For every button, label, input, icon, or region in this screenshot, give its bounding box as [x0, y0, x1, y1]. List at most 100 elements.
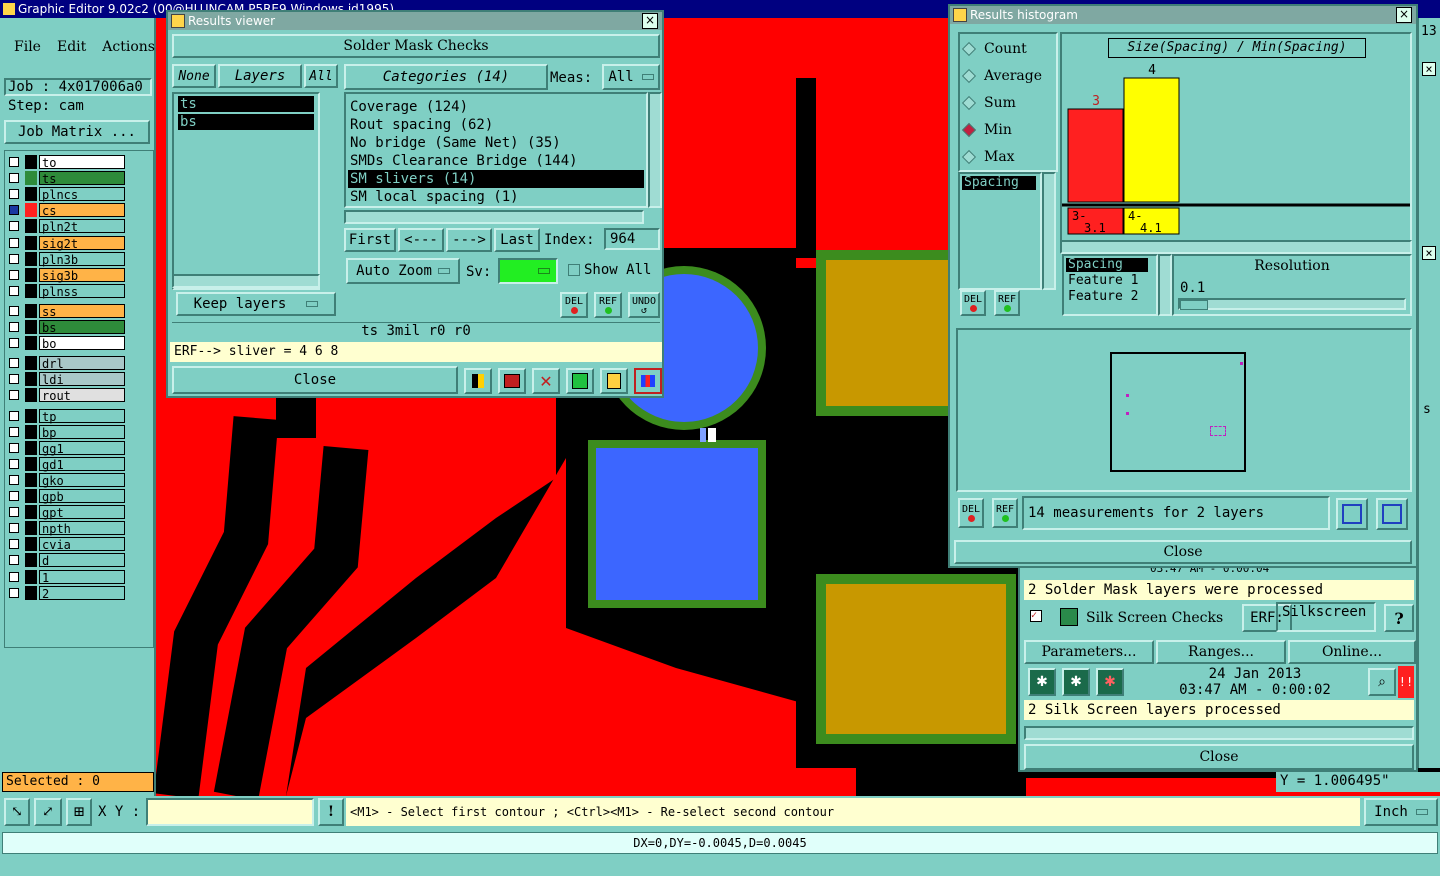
tool-button-1[interactable]: ⤡	[4, 798, 30, 826]
layer-row-cs[interactable]: cs	[9, 203, 125, 218]
layer-checkbox[interactable]	[9, 474, 19, 485]
slider-thumb[interactable]	[1180, 300, 1208, 310]
category-item[interactable]: No bridge (Same Net) (35)	[348, 134, 644, 152]
edge-close-icon[interactable]: ×	[1422, 246, 1436, 260]
layer-checkbox[interactable]	[9, 410, 19, 421]
layer-checkbox[interactable]	[9, 205, 19, 216]
layer-row-plncs[interactable]: plncs	[9, 187, 125, 202]
mode-radio-count[interactable]: Count	[961, 40, 1027, 58]
feature-listbox[interactable]: Spacing Feature 1 Feature 2	[1062, 254, 1158, 316]
tool-icon-5[interactable]	[600, 368, 628, 394]
last-button[interactable]: Last	[494, 228, 540, 252]
feature-item-spacing[interactable]: Spacing	[1066, 258, 1148, 272]
zoom-out-preview-button[interactable]	[1376, 498, 1408, 530]
measure-vscroll[interactable]	[1042, 172, 1056, 290]
run-icon-2[interactable]: ✱	[1062, 668, 1090, 696]
layer-row-d[interactable]: d	[9, 553, 125, 568]
histogram-hscroll[interactable]	[1060, 240, 1412, 254]
parameters-button[interactable]: Parameters...	[1024, 640, 1154, 664]
resolution-slider[interactable]	[1178, 298, 1406, 310]
layer-checkbox[interactable]	[9, 539, 19, 550]
close-button[interactable]: Close	[172, 366, 458, 394]
layer-checkbox[interactable]	[9, 523, 19, 534]
mode-radio-average[interactable]: Average	[961, 67, 1042, 85]
histogram-bar[interactable]	[1123, 77, 1180, 203]
histogram-bar[interactable]	[1067, 108, 1124, 203]
layer-checkbox[interactable]	[9, 269, 19, 280]
show-all-checkbox[interactable]: Show All	[568, 260, 662, 280]
menu-edit[interactable]: Edit	[57, 39, 86, 55]
hist-ref-button[interactable]: REF	[994, 290, 1020, 316]
ref-button[interactable]: REF	[594, 292, 622, 318]
online-button[interactable]: Online...	[1288, 640, 1416, 664]
layer-checkbox[interactable]	[9, 374, 19, 385]
tab-layers[interactable]: Layers	[218, 64, 302, 88]
tool-icon-4[interactable]	[566, 368, 594, 394]
checklist-close-button[interactable]: Close	[1024, 744, 1414, 770]
layer-checkbox[interactable]	[9, 253, 19, 264]
help-button[interactable]: ?	[1384, 604, 1414, 632]
layer-row-gko[interactable]: gko	[9, 472, 125, 488]
category-listbox[interactable]: Coverage (124) Rout spacing (62) No bridge…	[344, 92, 648, 208]
layer-row-tp[interactable]: tp	[9, 408, 125, 424]
category-item[interactable]: SM slivers (14)	[348, 170, 644, 188]
category-vscroll[interactable]	[648, 92, 662, 208]
category-item[interactable]: Rout spacing (62)	[348, 116, 644, 134]
alert-button[interactable]: !	[318, 798, 344, 826]
categories-button[interactable]: Categories (14)	[344, 64, 548, 90]
unit-dropdown[interactable]: Inch	[1364, 798, 1438, 826]
erf-value[interactable]: Silkscreen	[1276, 602, 1376, 632]
checks-header[interactable]: Solder Mask Checks	[172, 34, 660, 58]
checklist-hscroll[interactable]	[1024, 726, 1414, 740]
undo-button[interactable]: UNDO ↺	[628, 292, 660, 318]
layer-row-pln2t[interactable]: pln2t	[9, 219, 125, 234]
layer-row-sig2t[interactable]: sig2t	[9, 235, 125, 251]
job-matrix-button[interactable]: Job Matrix ...	[4, 120, 150, 144]
layer-checkbox[interactable]	[9, 285, 19, 296]
silk-check-checkbox[interactable]: ✓	[1030, 610, 1042, 622]
tab-all[interactable]: All	[304, 64, 338, 88]
category-item[interactable]: SMDs Clearance Bridge (144)	[348, 152, 644, 170]
preview-del-button[interactable]: DEL	[958, 498, 984, 528]
layer-checkbox[interactable]	[9, 507, 19, 518]
layer-checkbox[interactable]	[9, 157, 19, 167]
layer-row-sig3b[interactable]: sig3b	[9, 267, 125, 283]
mode-radio-min[interactable]: Min	[961, 121, 1012, 139]
xy-input[interactable]	[146, 798, 314, 826]
auto-zoom-dropdown[interactable]: Auto Zoom	[346, 258, 460, 284]
meas-dropdown[interactable]: All	[602, 64, 660, 90]
layer-row-gd1[interactable]: gd1	[9, 456, 125, 472]
menu-actions[interactable]: Actions	[102, 39, 155, 55]
prev-button[interactable]: <---	[398, 228, 444, 252]
sv-color-dropdown[interactable]	[498, 258, 558, 284]
layer-checkbox[interactable]	[9, 442, 19, 453]
feature-item-2[interactable]: Feature 2	[1066, 290, 1154, 304]
keep-layers-button[interactable]: Keep layers	[176, 292, 336, 316]
feature-item-1[interactable]: Feature 1	[1066, 274, 1154, 288]
layer-row-gg1[interactable]: gg1	[9, 440, 125, 456]
layer-row-bs[interactable]: bs	[9, 320, 125, 335]
layer-checkbox[interactable]	[9, 221, 19, 232]
layer-row-drl[interactable]: drl	[9, 356, 125, 371]
layer-checkbox[interactable]	[9, 305, 19, 316]
close-icon[interactable]: ×	[642, 13, 658, 29]
category-item[interactable]: Coverage (124)	[348, 98, 644, 116]
ranges-button[interactable]: Ranges...	[1156, 640, 1286, 664]
layer-row-plnss[interactable]: plnss	[9, 283, 125, 299]
run-icon-1[interactable]: ✱	[1028, 668, 1056, 696]
tool-icon-3[interactable]: ✕	[532, 368, 560, 394]
layer-row-gpb[interactable]: gpb	[9, 489, 125, 504]
layer-checkbox[interactable]	[9, 458, 19, 469]
layer-checkbox[interactable]	[9, 322, 19, 332]
mode-radio-sum[interactable]: Sum	[961, 94, 1016, 112]
layer-row-rout[interactable]: rout	[9, 388, 125, 403]
layer-checkbox[interactable]	[9, 338, 19, 349]
index-input[interactable]: 964	[604, 228, 660, 250]
layer-row-ss[interactable]: ss	[9, 303, 125, 319]
measure-listbox[interactable]: Spacing	[958, 172, 1042, 290]
zoom-icon-button[interactable]: ⌕	[1368, 668, 1396, 696]
first-button[interactable]: First	[344, 228, 396, 252]
layer-row-gpt[interactable]: gpt	[9, 505, 125, 520]
tool-button-2[interactable]: ⤢	[34, 798, 62, 826]
layer-item-bs[interactable]: bs	[178, 114, 314, 130]
